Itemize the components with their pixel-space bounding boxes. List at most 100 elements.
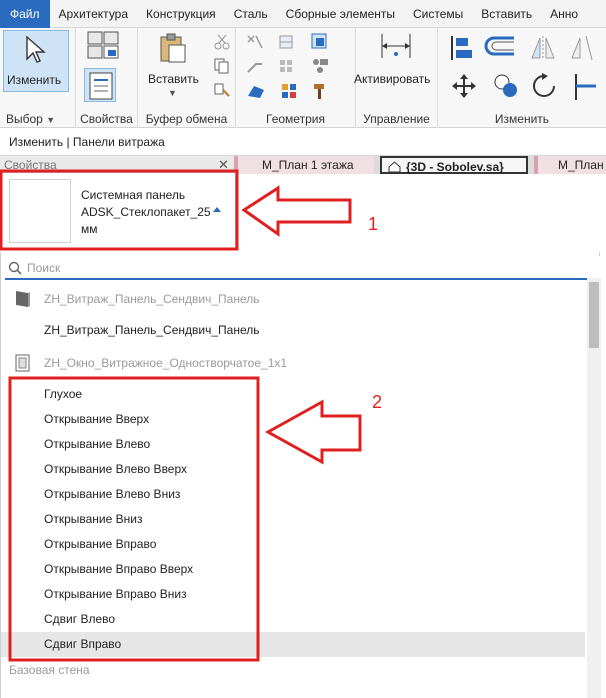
- list-item[interactable]: Открывание Вправо Вниз: [1, 582, 585, 607]
- tab-precast[interactable]: Сборные элементы: [277, 0, 404, 28]
- scroll-thumb[interactable]: [589, 282, 599, 348]
- context-bar: Изменить | Панели витража: [0, 129, 606, 156]
- tab-file[interactable]: Файл: [0, 0, 50, 28]
- type-option-label: Глухое: [44, 387, 83, 401]
- view-tab-plan[interactable]: М_План: [534, 156, 606, 174]
- type-family-name: Системная панель: [81, 188, 186, 202]
- type-option-label: Открывание Влево Вниз: [44, 487, 181, 501]
- view-tab-3d[interactable]: {3D - Sobolev.sa}: [380, 156, 528, 174]
- scrollbar[interactable]: [587, 278, 601, 698]
- group-modify: Изменить: [438, 28, 606, 128]
- tab-steel[interactable]: Сталь: [225, 0, 277, 28]
- dropdown-caret-icon[interactable]: [213, 207, 221, 212]
- align-icon[interactable]: [448, 34, 476, 62]
- rotate-icon[interactable]: [530, 72, 560, 102]
- tab-annotate[interactable]: Анно: [541, 0, 587, 28]
- hammer-icon[interactable]: [312, 82, 328, 100]
- group-manage: Активировать Управление: [354, 28, 438, 128]
- view-tab-label: М_План: [558, 158, 604, 172]
- type-preview-thumbnail: [9, 179, 71, 243]
- wall-joins-icon[interactable]: [246, 58, 264, 74]
- cut-icon[interactable]: [214, 34, 230, 50]
- properties-palette-button[interactable]: [84, 68, 116, 102]
- search-box: [5, 256, 601, 280]
- activate-button-label[interactable]: Активировать: [354, 72, 430, 86]
- group-properties-label: Свойства: [80, 112, 133, 126]
- group-select-label[interactable]: Выбор ▼: [0, 112, 75, 126]
- ribbon-tab-bar: Файл Архитектура Конструкция Сталь Сборн…: [0, 0, 606, 28]
- type-name: ADSK_Стеклопакет_25 мм: [81, 205, 211, 236]
- annotation-number-2: 2: [372, 392, 383, 412]
- family-name: ZH_Витраж_Панель_Сендвич_Панель: [44, 292, 260, 306]
- view-tab-bar: М_План 1 этажа {3D - Sobolev.sa} М_План: [234, 156, 606, 174]
- copy-icon[interactable]: [214, 58, 230, 74]
- offset-icon[interactable]: [484, 34, 516, 62]
- list-item[interactable]: Глухое: [1, 382, 585, 407]
- group-manage-label: Управление: [363, 112, 430, 126]
- family-header: ZH_Окно_Витражное_Одностворчатое_1x1: [1, 350, 585, 376]
- view-tab-label: М_План 1 этажа: [262, 158, 354, 172]
- list-item[interactable]: ZH_Витраж_Панель_Сендвич_Панель: [1, 318, 585, 343]
- list-item[interactable]: Открывание Влево: [1, 432, 585, 457]
- paint-icon[interactable]: [310, 56, 330, 74]
- split-face-icon[interactable]: [278, 58, 294, 74]
- list-item[interactable]: Открывание Вправо Вверх: [1, 557, 585, 582]
- list-item-selected[interactable]: Сдвиг Вправо: [1, 632, 585, 657]
- house-icon: [388, 160, 401, 178]
- list-item[interactable]: Открывание Вправо: [1, 532, 585, 557]
- view-tab-floor-plan[interactable]: М_План 1 этажа: [234, 156, 374, 174]
- type-properties-icon[interactable]: [86, 30, 124, 60]
- group-select: Изменить Выбор ▼: [0, 28, 76, 128]
- tab-systems[interactable]: Системы: [404, 0, 472, 28]
- match-properties-icon[interactable]: [214, 82, 230, 98]
- trim-extend-icon[interactable]: [572, 72, 598, 102]
- type-selector-text: Системная панель ADSK_Стеклопакет_25 мм: [81, 187, 219, 238]
- move-icon[interactable]: [450, 72, 478, 100]
- cope-icon[interactable]: [246, 34, 264, 50]
- cut-geometry-icon[interactable]: [278, 34, 294, 50]
- list-item[interactable]: Открывание Влево Вниз: [1, 482, 585, 507]
- mirror-axis-icon[interactable]: [528, 34, 558, 62]
- tab-architecture[interactable]: Архитектура: [50, 0, 138, 28]
- list-item[interactable]: Сдвиг Влево: [1, 607, 585, 632]
- type-option-label: Открывание Вниз: [44, 512, 143, 526]
- search-icon: [8, 261, 22, 275]
- join-geometry-icon[interactable]: [310, 32, 328, 50]
- remove-paint-icon[interactable]: [280, 82, 298, 100]
- modify-button-label: Изменить: [7, 73, 62, 87]
- group-properties: Свойства: [76, 28, 138, 128]
- paste-dropdown-icon[interactable]: ▼: [168, 88, 177, 98]
- family-header: ZH_Витраж_Панель_Сендвич_Панель: [1, 286, 585, 312]
- type-option-label: Открывание Вправо Вверх: [44, 562, 194, 576]
- type-option-label: Открывание Вправо Вниз: [44, 587, 187, 601]
- type-selector[interactable]: Системная панель ADSK_Стеклопакет_25 мм: [0, 172, 236, 250]
- tab-insert[interactable]: Вставить: [472, 0, 541, 28]
- paste-button-label[interactable]: Вставить: [148, 72, 199, 86]
- search-input[interactable]: [27, 259, 587, 276]
- properties-icon: [89, 72, 113, 100]
- cursor-arrow-icon: [26, 35, 46, 63]
- group-clipboard: Вставить ▼ Буфер обмена: [138, 28, 236, 128]
- type-option-label: Открывание Влево Вверх: [44, 462, 188, 476]
- paste-icon[interactable]: [158, 32, 188, 64]
- type-option-label: Открывание Вверх: [44, 412, 150, 426]
- demolish-icon[interactable]: [246, 82, 266, 100]
- copy-element-icon[interactable]: [492, 72, 520, 100]
- group-modify-label: Изменить: [494, 112, 550, 126]
- ribbon-panel: Изменить Выбор ▼ Свойства Вставить ▼ Буф…: [0, 28, 606, 128]
- mirror-draw-icon[interactable]: [568, 34, 598, 62]
- group-geometry-label: Геометрия: [266, 112, 325, 126]
- annotation-number-1: 1: [368, 214, 379, 234]
- tab-structure[interactable]: Конструкция: [137, 0, 225, 28]
- list-item[interactable]: Открывание Вверх: [1, 407, 585, 432]
- type-option-label: ZH_Витраж_Панель_Сендвич_Панель: [44, 323, 260, 337]
- list-item[interactable]: Открывание Вниз: [1, 507, 585, 532]
- window-family-icon: [15, 354, 30, 372]
- modify-button[interactable]: Изменить: [3, 30, 69, 92]
- view-tab-label: {3D - Sobolev.sa}: [406, 160, 504, 174]
- list-item[interactable]: Открывание Влево Вверх: [1, 457, 585, 482]
- type-option-label: Сдвиг Влево: [44, 612, 116, 626]
- activate-dimensions-icon[interactable]: [378, 32, 414, 60]
- section-label: Базовая стена: [9, 663, 90, 677]
- type-option-label: Открывание Влево: [44, 437, 151, 451]
